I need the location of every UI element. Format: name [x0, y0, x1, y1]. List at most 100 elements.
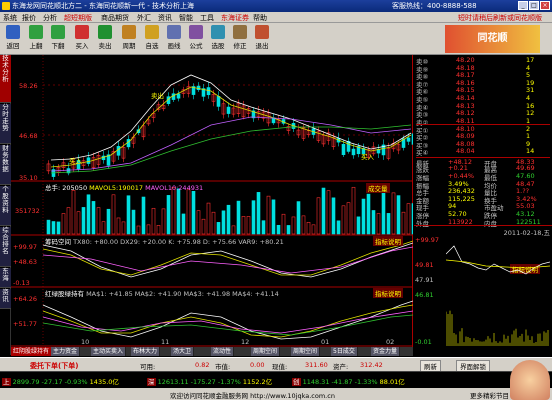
volume-badge[interactable]: 成交量: [366, 183, 390, 193]
candle-body: [216, 96, 221, 107]
stock-picker-button[interactable]: 选股: [207, 25, 229, 53]
sidebar-tab-news[interactable]: 资讯: [0, 289, 11, 309]
x-axis-label: 12: [241, 338, 250, 346]
volume-bar: [156, 225, 161, 235]
bid-row[interactable]: 买③ 48.08 9: [416, 140, 550, 150]
page-up-button[interactable]: 上翻: [25, 25, 47, 53]
ask-row[interactable]: 卖④ 48.13 16: [416, 102, 550, 112]
indicator-tab[interactable]: 资金力量: [371, 347, 401, 356]
indicator-tab[interactable]: 5日成交: [331, 347, 358, 356]
menu-donghai[interactable]: 东海证券: [221, 13, 249, 23]
formula-button[interactable]: 公式: [185, 25, 207, 53]
candle-body: [406, 137, 411, 142]
candle-body: [341, 143, 346, 155]
minimize-button[interactable]: _: [518, 1, 528, 10]
menu-analysis[interactable]: 分析: [43, 13, 57, 23]
page-down-button[interactable]: 下翻: [47, 25, 69, 53]
menu-smart[interactable]: 智能: [179, 13, 193, 23]
fix-button[interactable]: 修正: [229, 25, 251, 53]
sidebar-tab-timeshare[interactable]: 分时走势: [0, 104, 11, 144]
title-bar: 东海龙网同花顺北方二 - 东海同花顺新一代 - 技术分析上海 客服热线：400-…: [0, 0, 552, 12]
menu-ad-text[interactable]: 短时请稍后刷新或同花顺版: [458, 13, 542, 23]
indicator-tab[interactable]: 主动买卖入: [91, 347, 127, 356]
quote-stat-row: 振幅 3.49% 均价 48.47: [416, 180, 550, 190]
volume-axis: 351732: [15, 207, 40, 215]
ma-line-yellow: [50, 86, 412, 168]
ask-row[interactable]: 卖⑥ 48.15 31: [416, 86, 550, 96]
quote-stat-row: 现手 94 市盈动 55.03: [416, 202, 550, 212]
indicator1-axis-mid: +48.63: [13, 258, 38, 266]
sidebar-tab-profile[interactable]: 个股资料: [0, 186, 11, 226]
quote-panel: 卖⑩ 48.20 17 卖⑨ 48.18 4 卖⑧ 48.17 5 卖⑦ 48.16 19 卖⑥ 48.1…: [414, 55, 552, 228]
exit-button[interactable]: 退出: [251, 25, 273, 53]
arrow-down-icon: [51, 25, 65, 39]
index-quote[interactable]: 创 1148.31 -41.87 -1.33% 88.01亿: [292, 376, 405, 386]
maximize-button[interactable]: □: [529, 1, 539, 10]
volume-bar: [51, 221, 56, 235]
ask-row[interactable]: 卖③ 48.12 12: [416, 109, 550, 119]
menu-tools[interactable]: 工具: [200, 13, 214, 23]
volume-bar: [261, 220, 266, 235]
indicator2-axis-mid: +51.77: [13, 320, 38, 328]
watchlist-button[interactable]: 自选: [141, 25, 163, 53]
volume-bar: [311, 224, 316, 235]
index-quote[interactable]: 上 2899.79 -27.17 -0.93% 1435.0亿: [2, 376, 119, 386]
menu-futures[interactable]: 商品期货: [101, 13, 129, 23]
draw-line-button[interactable]: 画线: [163, 25, 185, 53]
order-title[interactable]: 委托下单(下单): [30, 361, 78, 371]
volume-bar: [136, 225, 141, 235]
indicator1-line-d: [42, 240, 414, 276]
menu-ultrashort[interactable]: 超短期版: [64, 13, 92, 23]
index-quote[interactable]: 深 12613.11 -175.27 -1.37% 1152.2亿: [147, 376, 272, 386]
menu-help[interactable]: 帮助: [253, 13, 267, 23]
bid-row[interactable]: 买④ 48.04 14: [416, 147, 550, 157]
sell-button[interactable]: 卖出: [94, 25, 116, 53]
bid-row[interactable]: 买① 48.10 2: [416, 124, 550, 135]
close-button[interactable]: ×: [540, 1, 550, 10]
indicator-tab[interactable]: 红阴股绿持有: [11, 347, 53, 356]
price-axis-top: 58.26: [19, 82, 38, 90]
ask-row[interactable]: 卖⑨ 48.18 4: [416, 64, 550, 74]
quote-volume: 14: [526, 147, 535, 156]
indicator-tab[interactable]: 汤大卫: [171, 347, 195, 356]
bid-row[interactable]: 买② 48.09 1: [416, 132, 550, 142]
volume-bar: [281, 213, 286, 235]
indicator-tab[interactable]: 布林大力: [131, 347, 161, 356]
ask-row[interactable]: 卖⑦ 48.16 19: [416, 79, 550, 89]
menu-quote[interactable]: 报价: [22, 13, 36, 23]
volume-bar: [121, 221, 126, 235]
menu-news[interactable]: 资讯: [158, 13, 172, 23]
ask-row[interactable]: 卖⑤ 48.14 4: [416, 94, 550, 104]
indicator-tab[interactable]: 主力资金: [51, 347, 81, 356]
quote-stat-row: 涨幅 +0.44% 最低 47.60: [416, 172, 550, 182]
indicator1-help-button[interactable]: 指标说明: [373, 236, 403, 246]
back-button[interactable]: 返回: [2, 25, 24, 53]
mini-intraday-chart[interactable]: 2011-02-18,五 +99.97 49.81 47.91 46.81 -0…: [414, 225, 552, 347]
more-programs-link[interactable]: 更多精彩节目: [470, 390, 509, 400]
indicator-tab[interactable]: 周期空间: [251, 347, 281, 356]
menu-system[interactable]: 系统: [3, 13, 17, 23]
mini-price-line: [446, 245, 550, 275]
indicator-tab[interactable]: 流动性: [211, 347, 235, 356]
indicator-tab[interactable]: 周期空间: [291, 347, 321, 356]
volume-bar: [56, 221, 61, 235]
indicator1-header: 筹码空间 TX80: +80.00 DX29: +20.00 K: +75.98…: [45, 238, 284, 246]
buy-button[interactable]: 买入: [71, 25, 93, 53]
calendar-icon: [122, 25, 136, 39]
back-icon: [6, 25, 20, 39]
period-button[interactable]: 周期: [118, 25, 140, 53]
filter-icon: [211, 25, 225, 39]
ask-row[interactable]: 卖② 48.11 1: [416, 117, 550, 127]
sidebar-tab-donghai[interactable]: 东海: [0, 268, 11, 288]
ask-row[interactable]: 卖⑩ 48.20 17: [416, 56, 550, 66]
sidebar-tab-tech[interactable]: 技术分析: [0, 55, 11, 103]
sidebar-tab-finance[interactable]: 财务数据: [0, 145, 11, 185]
indicator2-help-button[interactable]: 指标说明: [373, 288, 403, 298]
ask-row[interactable]: 卖⑧ 48.17 5: [416, 71, 550, 81]
welcome-text[interactable]: 欢迎访问同花顺金融服务网 http://www.10jqka.com.cn: [170, 390, 335, 400]
kline-chart-area[interactable]: 58.26 46.68 35.10 卖出 买入 买入 总手: 205050 MA…: [11, 55, 416, 355]
sidebar-tab-ranking[interactable]: 综合排名: [0, 227, 11, 267]
candle-body: [86, 157, 91, 164]
quote-stat-row: 金额 115,225 换手 3.42%: [416, 195, 550, 205]
menu-forex[interactable]: 外汇: [137, 13, 151, 23]
